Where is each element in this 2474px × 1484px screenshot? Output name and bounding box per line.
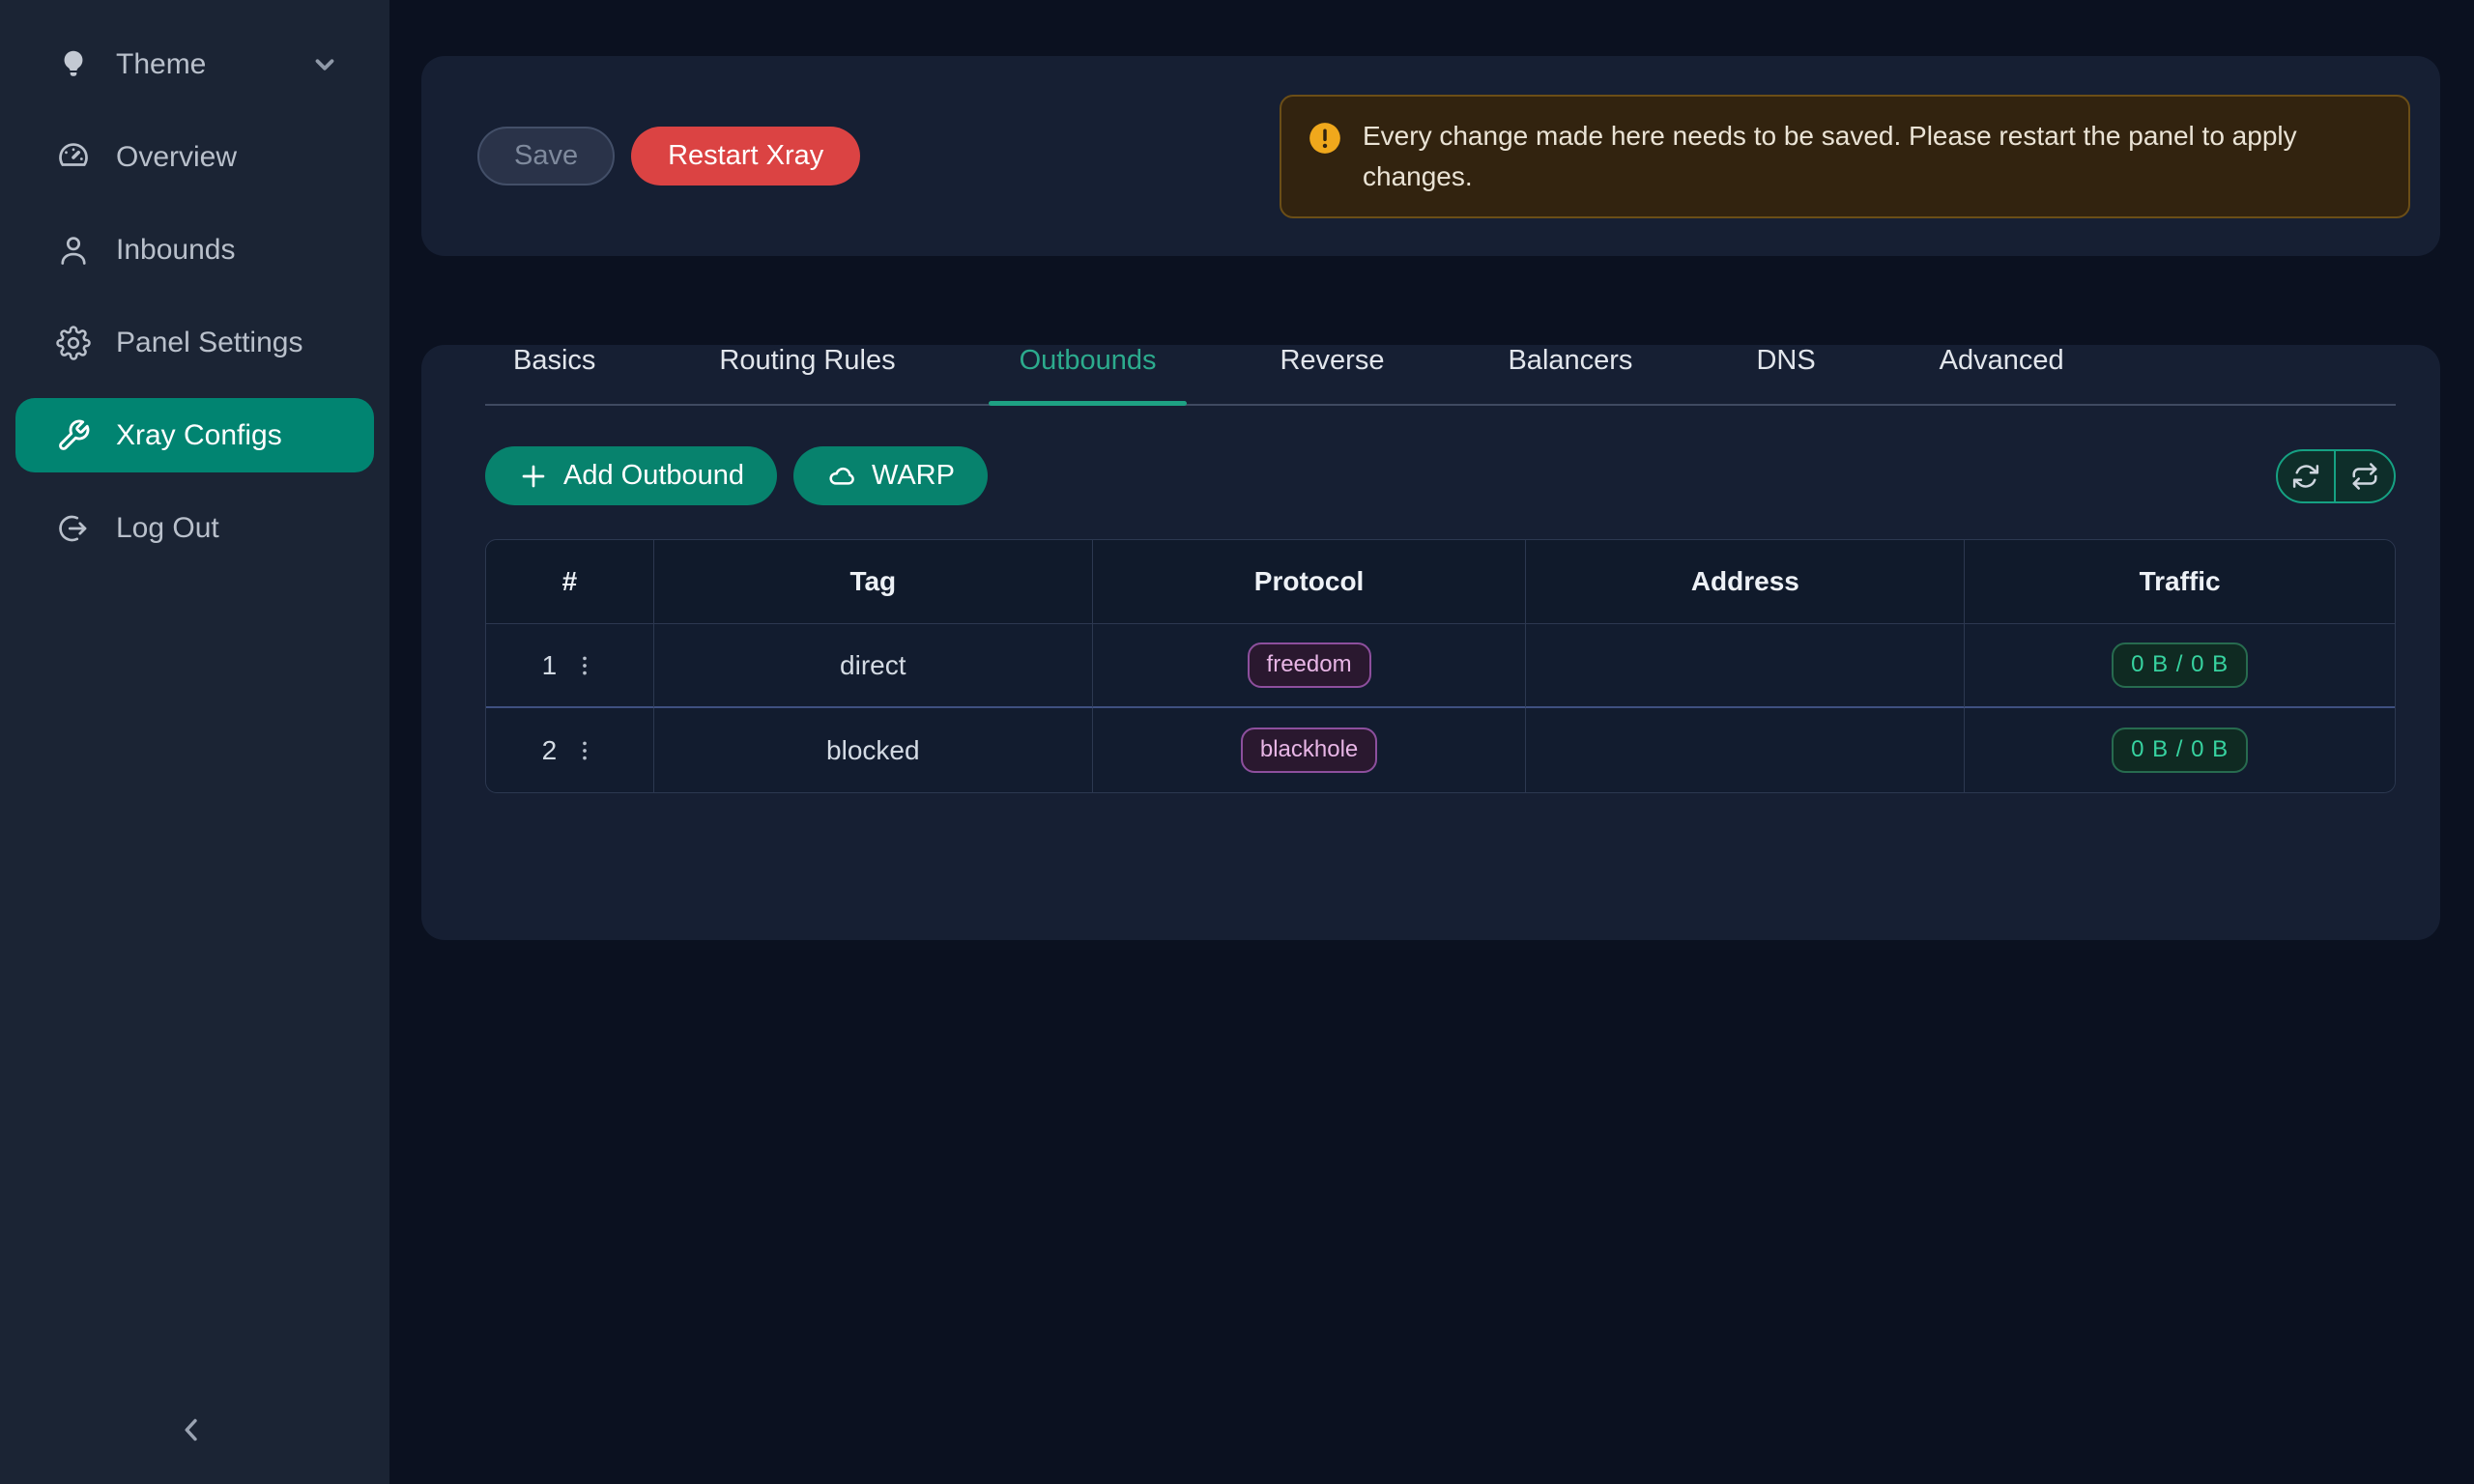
- column-header-traffic: Traffic: [1965, 540, 2395, 624]
- row-index: 1: [542, 650, 558, 681]
- xray-config-card: Basics Routing Rules Outbounds Reverse B…: [421, 345, 2440, 940]
- unsaved-changes-alert: Every change made here needs to be saved…: [1280, 95, 2410, 218]
- row-index: 2: [542, 735, 558, 766]
- sidebar-item-panel-settings[interactable]: Panel Settings: [15, 305, 374, 380]
- traffic-badge: 0 B / 0 B: [2112, 728, 2248, 773]
- sidebar-collapse-button[interactable]: [162, 1401, 220, 1459]
- restart-xray-button[interactable]: Restart Xray: [631, 127, 860, 186]
- alert-text: Every change made here needs to be saved…: [1363, 116, 2339, 197]
- outbound-tag: direct: [840, 650, 906, 681]
- plus-icon: [518, 461, 549, 492]
- tab-routing-rules[interactable]: Routing Rules: [719, 345, 895, 404]
- column-header-protocol: Protocol: [1093, 540, 1527, 624]
- sidebar-item-label: Overview: [116, 141, 237, 174]
- tab-advanced[interactable]: Advanced: [1940, 345, 2064, 404]
- tab-basics[interactable]: Basics: [513, 345, 595, 404]
- outbounds-table: # Tag Protocol Address Traffic 1 direct …: [485, 539, 2396, 793]
- tab-balancers[interactable]: Balancers: [1508, 345, 1632, 404]
- sidebar-item-xray-configs[interactable]: Xray Configs: [15, 398, 374, 472]
- row-tag-cell: blocked: [654, 708, 1093, 792]
- config-tabs: Basics Routing Rules Outbounds Reverse B…: [485, 345, 2396, 406]
- warp-button[interactable]: WARP: [793, 446, 988, 505]
- user-icon: [56, 233, 91, 268]
- column-header-address: Address: [1526, 540, 1965, 624]
- chevron-down-icon: [310, 50, 339, 79]
- warning-icon: [1307, 120, 1343, 157]
- warp-label: WARP: [872, 460, 955, 492]
- sidebar-item-label: Theme: [116, 48, 206, 81]
- reload-template-button[interactable]: [2336, 451, 2394, 501]
- main-content: Save Restart Xray Every change made here…: [389, 0, 2474, 1484]
- row-index-cell: 1: [486, 624, 654, 708]
- save-button[interactable]: Save: [477, 127, 615, 186]
- row-tag-cell: direct: [654, 624, 1093, 708]
- sidebar-item-label: Inbounds: [116, 234, 235, 267]
- wrench-icon: [56, 418, 91, 453]
- tab-outbounds[interactable]: Outbounds: [1020, 345, 1157, 404]
- row-traffic-cell: 0 B / 0 B: [1965, 624, 2395, 708]
- sidebar-item-label: Log Out: [116, 512, 219, 545]
- row-address-cell: [1526, 708, 1965, 792]
- add-outbound-label: Add Outbound: [563, 460, 744, 492]
- row-address-cell: [1526, 624, 1965, 708]
- toolbar-card: Save Restart Xray Every change made here…: [421, 56, 2440, 256]
- row-index-cell: 2: [486, 708, 654, 792]
- tab-reverse[interactable]: Reverse: [1280, 345, 1384, 404]
- repeat-icon: [2350, 462, 2379, 491]
- refresh-button[interactable]: [2278, 451, 2336, 501]
- protocol-badge: freedom: [1248, 642, 1371, 688]
- column-header-index: #: [486, 540, 654, 624]
- row-menu-icon[interactable]: [572, 736, 597, 765]
- app-root: Theme Overview Inbounds: [0, 0, 2474, 1484]
- outbounds-actions-row: Add Outbound WARP: [485, 446, 2396, 505]
- sidebar-item-theme[interactable]: Theme: [15, 27, 374, 101]
- refresh-icon: [2291, 462, 2320, 491]
- cloud-icon: [826, 461, 857, 492]
- sidebar: Theme Overview Inbounds: [0, 0, 389, 1484]
- gear-icon: [56, 326, 91, 360]
- logout-icon: [56, 511, 91, 546]
- outbound-tag: blocked: [826, 735, 920, 766]
- protocol-badge: blackhole: [1241, 728, 1377, 773]
- row-traffic-cell: 0 B / 0 B: [1965, 708, 2395, 792]
- sidebar-item-overview[interactable]: Overview: [15, 120, 374, 194]
- sidebar-item-inbounds[interactable]: Inbounds: [15, 213, 374, 287]
- row-protocol-cell: freedom: [1093, 624, 1527, 708]
- column-header-tag: Tag: [654, 540, 1093, 624]
- add-outbound-button[interactable]: Add Outbound: [485, 446, 777, 505]
- sidebar-item-label: Panel Settings: [116, 327, 302, 359]
- tab-dns[interactable]: DNS: [1756, 345, 1815, 404]
- sidebar-item-label: Xray Configs: [116, 419, 282, 452]
- row-menu-icon[interactable]: [572, 651, 597, 680]
- chevron-left-icon: [173, 1412, 210, 1448]
- gauge-icon: [56, 140, 91, 175]
- lightbulb-icon: [56, 47, 91, 82]
- traffic-badge: 0 B / 0 B: [2112, 642, 2248, 688]
- sidebar-item-log-out[interactable]: Log Out: [15, 491, 374, 565]
- refresh-button-group: [2276, 449, 2396, 503]
- row-protocol-cell: blackhole: [1093, 708, 1527, 792]
